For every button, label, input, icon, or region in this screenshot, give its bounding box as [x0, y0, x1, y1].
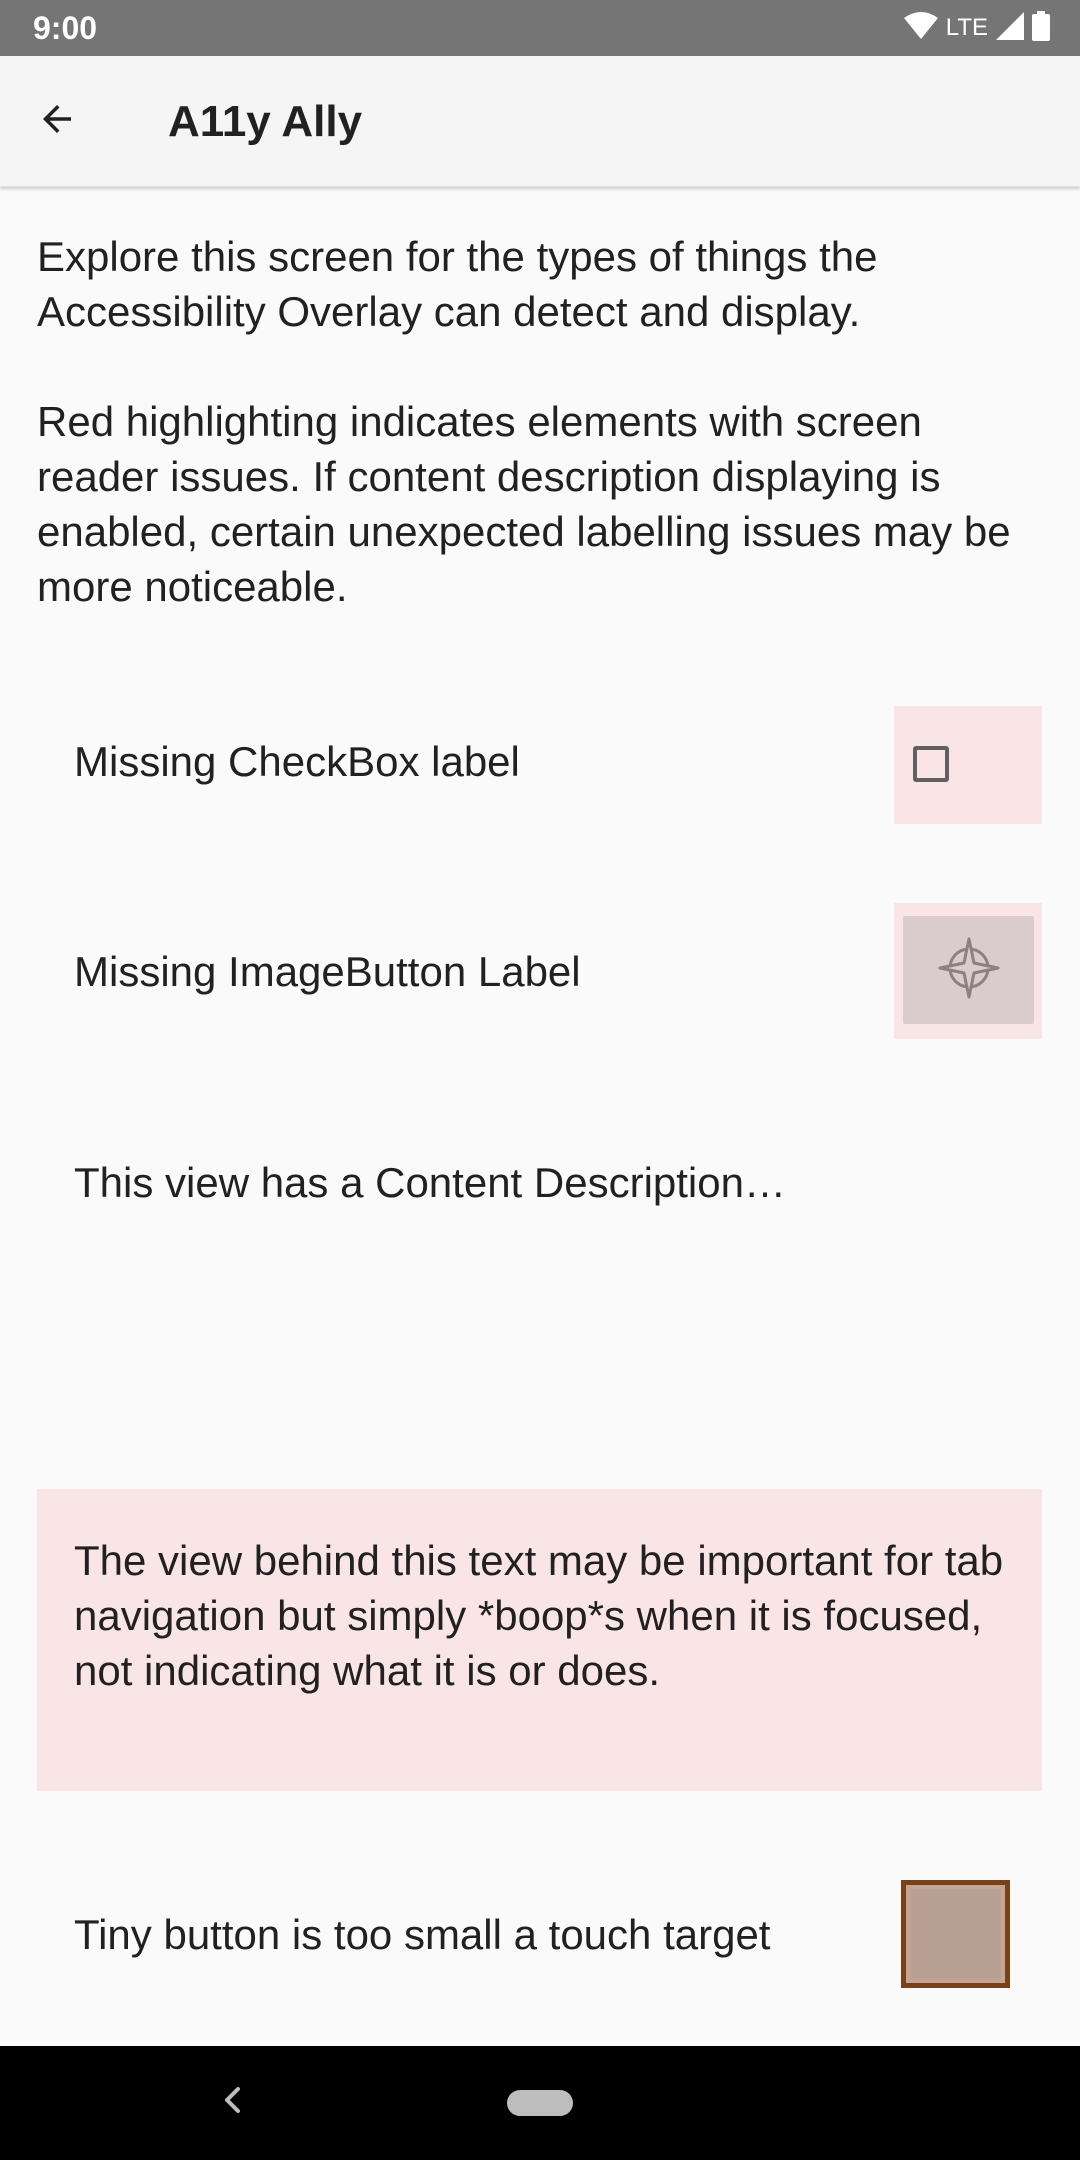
compass-icon [938, 937, 1000, 1004]
battery-icon [1032, 10, 1050, 46]
checkbox-row-label: Missing CheckBox label [74, 738, 520, 785]
app-bar: A11y Ally [0, 56, 1080, 187]
imagebutton-row-label: Missing ImageButton Label [74, 948, 581, 995]
status-icons: LTE [903, 10, 1050, 46]
app-title: A11y Ally [168, 97, 363, 146]
nav-back-button[interactable] [214, 2084, 250, 2120]
unlabeled-checkbox[interactable] [913, 746, 949, 782]
arrow-back-icon [36, 98, 78, 145]
nav-home-pill[interactable] [507, 2090, 573, 2116]
status-bar: 9:00 LTE [0, 0, 1080, 56]
back-button[interactable] [20, 84, 94, 158]
intro-paragraph-1: Explore this screen for the types of thi… [37, 233, 878, 335]
tiny-button-row-label: Tiny button is too small a touch target [74, 1911, 771, 1958]
nav-back-icon [222, 2086, 242, 2118]
tiny-button[interactable] [901, 1880, 1010, 1988]
content-description-label[interactable]: This view has a Content Description… [74, 1157, 786, 1209]
intro-paragraph-2: Red highlighting indicates elements with… [37, 398, 1011, 610]
signal-icon [996, 11, 1024, 45]
network-type: LTE [945, 14, 988, 41]
wifi-icon [903, 11, 938, 45]
navigation-bar [0, 2046, 1080, 2160]
boop-text: The view behind this text may be importa… [74, 1537, 1004, 1694]
unlabeled-image-button[interactable] [903, 916, 1034, 1024]
tiny-button-fill [910, 1889, 1001, 1979]
status-time: 9:00 [33, 10, 98, 46]
